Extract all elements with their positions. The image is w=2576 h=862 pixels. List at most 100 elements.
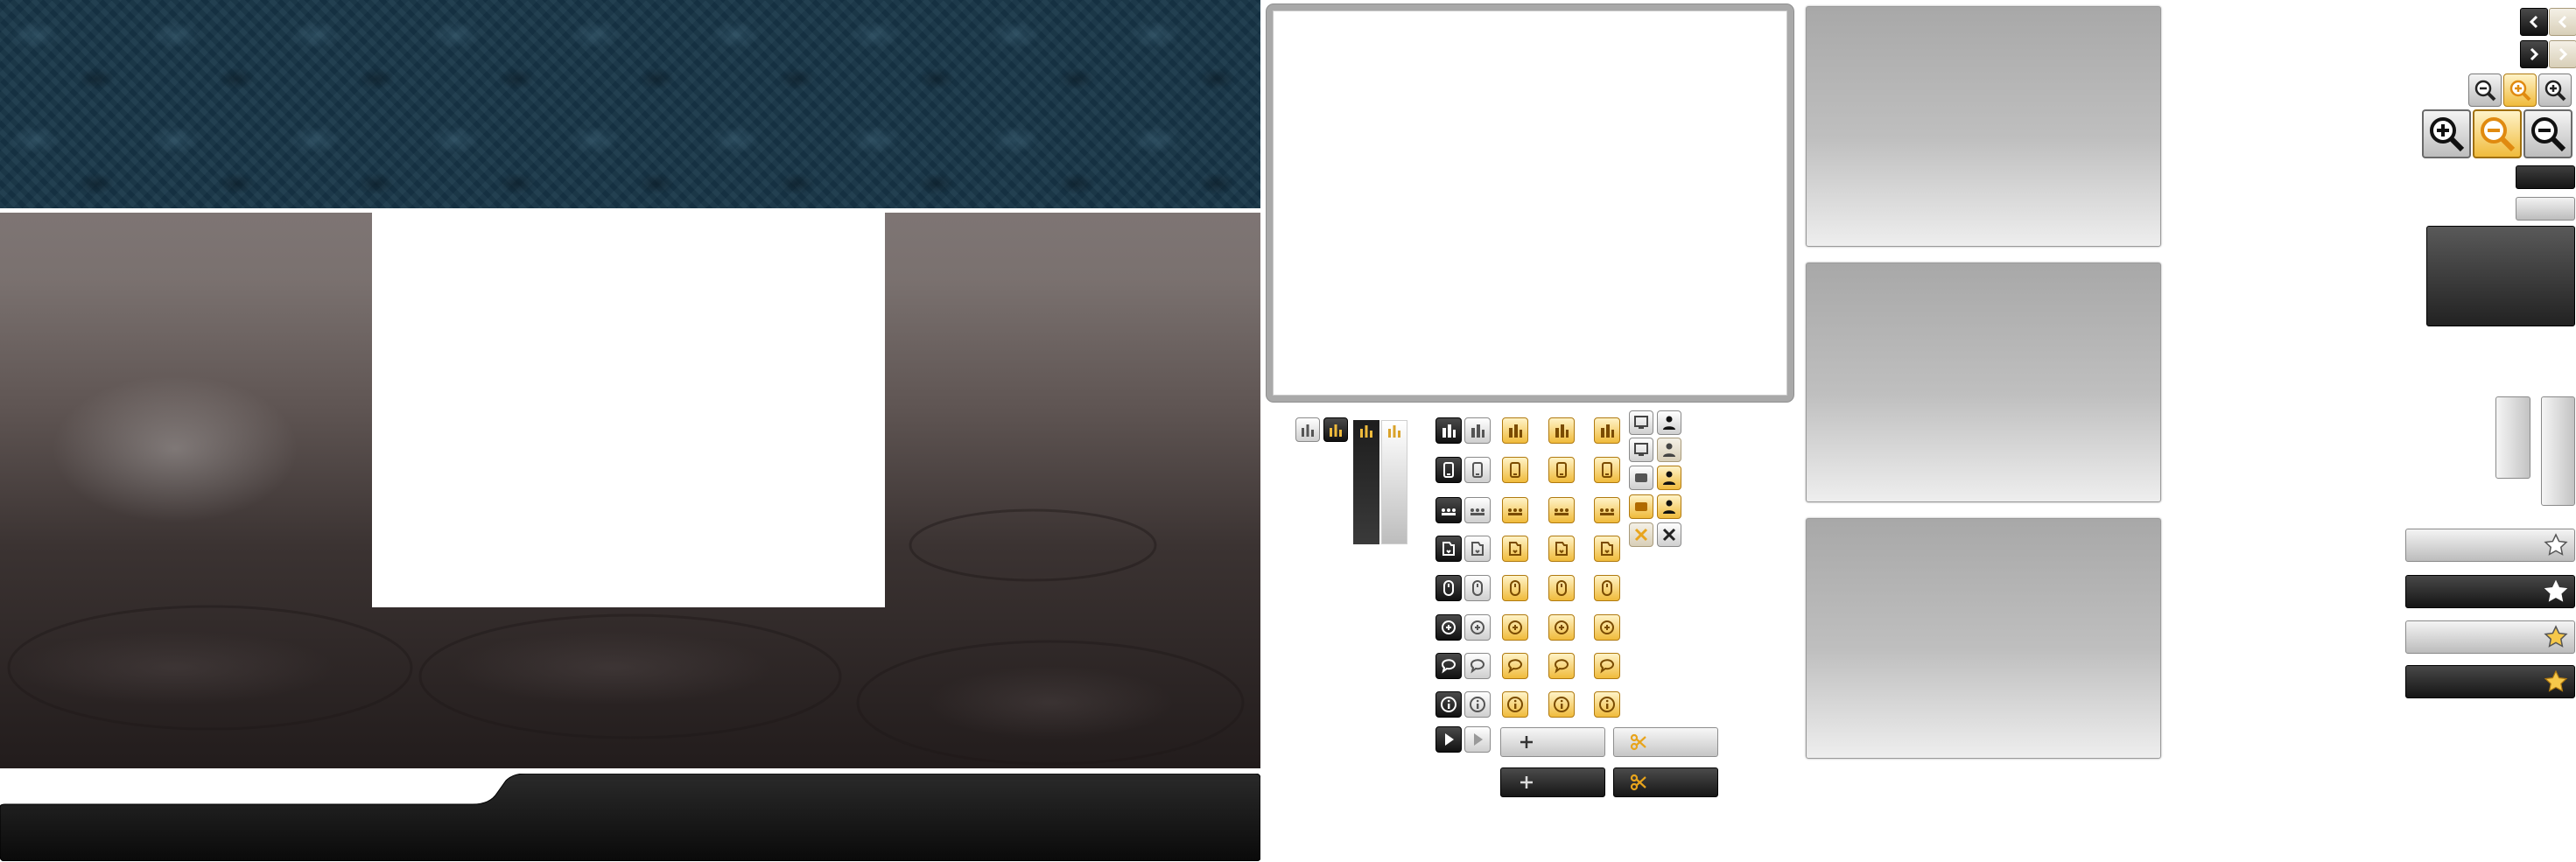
zoom-in-small[interactable] (2538, 74, 2572, 107)
side-tile-9[interactable] (1629, 522, 1653, 547)
chat-tile-5[interactable] (1594, 653, 1620, 679)
bar-chart-tile-2[interactable] (1464, 417, 1491, 444)
side-tile-1[interactable] (1629, 410, 1653, 435)
bookmark-tile-2[interactable] (1464, 536, 1491, 562)
small-button-dark[interactable] (2516, 165, 2575, 189)
info-tile-5[interactable] (1594, 691, 1620, 718)
dark-panel (2426, 226, 2575, 326)
bookmark-tile-4[interactable] (1548, 536, 1575, 562)
zoom-reset-small[interactable] (2503, 74, 2537, 107)
chat-icon (1442, 659, 1456, 674)
side-tile-2[interactable] (1657, 410, 1681, 435)
coin-tile-3[interactable] (1502, 614, 1528, 641)
rating-bar-dark[interactable] (2405, 575, 2575, 608)
scroll-thumb-short[interactable] (2495, 396, 2530, 479)
prev-button-dark[interactable] (2520, 8, 2548, 36)
grid-tile-2[interactable] (1464, 497, 1491, 523)
cut-button-light[interactable] (1613, 727, 1718, 757)
coin-tile-2[interactable] (1464, 614, 1491, 641)
bar-chart-tile-1[interactable] (1435, 417, 1462, 444)
bookmark-icon (1471, 542, 1484, 556)
phone-tile-5[interactable] (1594, 457, 1620, 483)
info-tile-1[interactable] (1435, 691, 1462, 718)
screen-icon (1634, 416, 1648, 429)
close-icon (1634, 528, 1648, 542)
bottom-toolbar (0, 774, 1260, 861)
chip-tile-4[interactable] (1548, 575, 1575, 601)
side-tile-7[interactable] (1629, 494, 1653, 519)
phone-tile-4[interactable] (1548, 457, 1575, 483)
side-tile-4[interactable] (1657, 438, 1681, 462)
rating-bar-dark-gold[interactable] (2405, 665, 2575, 698)
dealer-icon (1663, 500, 1675, 514)
chart-icon[interactable] (1295, 417, 1320, 442)
play-tile-2[interactable] (1464, 726, 1491, 753)
zoom-out-small[interactable] (2468, 74, 2502, 107)
bookmark-tile-1[interactable] (1435, 536, 1462, 562)
zoom-reset-icon (2509, 80, 2531, 102)
grid-tile-3[interactable] (1502, 497, 1528, 523)
chip-tile-2[interactable] (1464, 575, 1491, 601)
play-tile-1[interactable] (1435, 726, 1462, 753)
zoom-out-large[interactable] (2523, 109, 2572, 158)
chat-icon (1600, 659, 1614, 674)
side-tile-10[interactable] (1657, 522, 1681, 547)
chat-tile-3[interactable] (1502, 653, 1528, 679)
add-button-light[interactable] (1500, 727, 1605, 757)
star-gold-outline-icon (2544, 625, 2568, 648)
gray-panel-top (1806, 6, 2161, 247)
coin-tile-5[interactable] (1594, 614, 1620, 641)
grid-tile-4[interactable] (1548, 497, 1575, 523)
chip-tile-5[interactable] (1594, 575, 1620, 601)
side-tile-3[interactable] (1629, 438, 1653, 462)
chat-icon (1555, 659, 1569, 674)
chat-tile-4[interactable] (1548, 653, 1575, 679)
chip-tile-1[interactable] (1435, 575, 1462, 601)
info-tile-3[interactable] (1502, 691, 1528, 718)
bar-chart-icon (1555, 424, 1569, 438)
bookmark-icon (1555, 542, 1568, 556)
zoom-out-large-active[interactable] (2473, 109, 2522, 158)
info-tile-2[interactable] (1464, 691, 1491, 718)
bar-chart-tile-3[interactable] (1502, 417, 1528, 444)
rating-bar-light-gold[interactable] (2405, 620, 2575, 654)
bar-chart-icon (1601, 424, 1614, 438)
grid-tile-5[interactable] (1594, 497, 1620, 523)
side-tile-8[interactable] (1657, 494, 1681, 519)
grid-icon (1555, 508, 1569, 515)
info-icon (1470, 697, 1485, 712)
phone-tile-1[interactable] (1435, 457, 1462, 483)
prev-button-light[interactable] (2549, 8, 2576, 36)
side-tile-5[interactable] (1629, 466, 1653, 490)
grid-icon (1600, 508, 1614, 515)
bookmark-tile-5[interactable] (1594, 536, 1620, 562)
coin-tile-1[interactable] (1435, 614, 1462, 641)
chat-tile-1[interactable] (1435, 653, 1462, 679)
zoom-in-large[interactable] (2422, 109, 2471, 158)
bar-chart-tile-5[interactable] (1594, 417, 1620, 444)
phone-tile-3[interactable] (1502, 457, 1528, 483)
grid-icon (1470, 508, 1485, 515)
next-button-light[interactable] (2549, 40, 2576, 68)
grid-tile-1[interactable] (1435, 497, 1462, 523)
chart-icon-selected[interactable] (1323, 417, 1348, 442)
next-button-dark[interactable] (2520, 40, 2548, 68)
chat-icon (1470, 659, 1485, 674)
coin-tile-4[interactable] (1548, 614, 1575, 641)
add-button-dark[interactable] (1500, 767, 1605, 797)
side-tile-6[interactable] (1657, 466, 1681, 490)
rating-bar-light[interactable] (2405, 529, 2575, 562)
bar-chart-tile-4[interactable] (1548, 417, 1575, 444)
chevron-right-icon (2530, 47, 2539, 61)
cut-button-dark[interactable] (1613, 767, 1718, 797)
chip-tile-3[interactable] (1502, 575, 1528, 601)
zoom-in-icon (2430, 117, 2465, 152)
chat-tile-2[interactable] (1464, 653, 1491, 679)
phone-tile-2[interactable] (1464, 457, 1491, 483)
zoom-out-icon (2481, 117, 2516, 152)
bookmark-tile-3[interactable] (1502, 536, 1528, 562)
info-tile-4[interactable] (1548, 691, 1575, 718)
scissors-icon (1630, 733, 1646, 751)
scroll-thumb-long[interactable] (2541, 396, 2575, 506)
small-button-light[interactable] (2516, 197, 2575, 221)
